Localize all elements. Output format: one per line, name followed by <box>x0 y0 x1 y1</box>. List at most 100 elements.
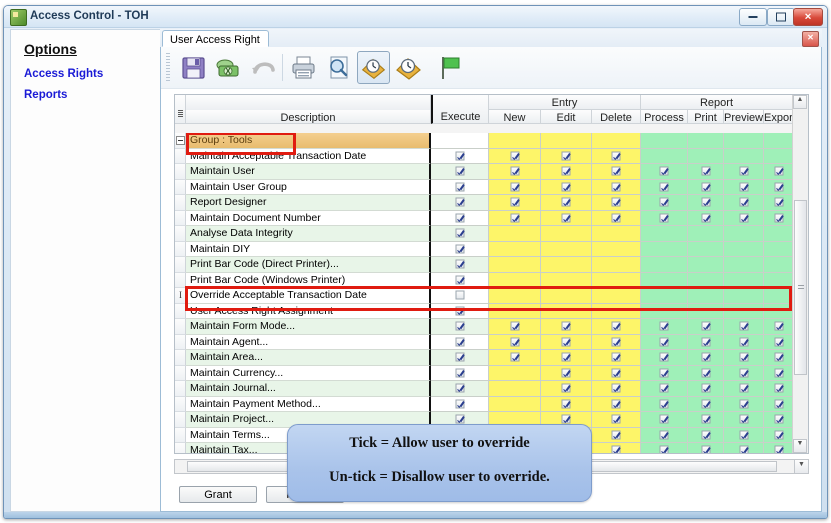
checkbox-delete[interactable] <box>612 399 621 408</box>
cell-delete[interactable] <box>592 195 641 211</box>
cell-preview[interactable] <box>724 211 764 227</box>
cell-print[interactable] <box>688 428 724 444</box>
checkbox-export[interactable] <box>774 167 783 176</box>
cell-edit[interactable] <box>541 335 592 351</box>
checkbox-print[interactable] <box>701 430 710 439</box>
cell-export[interactable] <box>764 350 793 366</box>
checkbox-execute[interactable] <box>455 229 464 238</box>
cell-export[interactable] <box>764 412 793 428</box>
table-row[interactable]: Maintain Agent... <box>175 335 808 351</box>
cell-delete[interactable] <box>592 381 641 397</box>
tab-close-button[interactable]: ✕ <box>802 31 819 47</box>
cell-print[interactable] <box>688 242 724 258</box>
cell-process[interactable] <box>641 180 688 196</box>
cell-process[interactable] <box>641 288 688 304</box>
checkbox-print[interactable] <box>701 415 710 424</box>
checkbox-preview[interactable] <box>739 167 748 176</box>
checkbox-print[interactable] <box>701 368 710 377</box>
cell-edit[interactable] <box>541 319 592 335</box>
column-header-process[interactable]: Process <box>641 110 688 124</box>
checkbox-process[interactable] <box>660 384 669 393</box>
cell-print[interactable] <box>688 180 724 196</box>
checkbox-delete[interactable] <box>612 415 621 424</box>
cell-edit[interactable] <box>541 304 592 320</box>
cell-new[interactable] <box>489 366 541 382</box>
scroll-up-button[interactable]: ▲ <box>793 95 807 109</box>
checkbox-export[interactable] <box>774 384 783 393</box>
table-row[interactable]: Maintain User Group <box>175 180 808 196</box>
cell-preview[interactable] <box>724 412 764 428</box>
cell-export[interactable] <box>764 149 793 165</box>
cell-delete[interactable] <box>592 350 641 366</box>
checkbox-edit[interactable] <box>562 151 571 160</box>
checkbox-export[interactable] <box>774 368 783 377</box>
checkbox-delete[interactable] <box>612 151 621 160</box>
checkbox-export[interactable] <box>774 213 783 222</box>
cell-new[interactable] <box>489 288 541 304</box>
cell-process[interactable] <box>641 443 688 453</box>
cell-print[interactable] <box>688 211 724 227</box>
cell-execute[interactable] <box>431 397 489 413</box>
sidebar-item-access-rights[interactable]: Access Rights <box>24 68 103 80</box>
cell-print[interactable] <box>688 397 724 413</box>
table-row[interactable]: Maintain Currency... <box>175 366 808 382</box>
checkbox-print[interactable] <box>701 322 710 331</box>
cell-edit[interactable] <box>541 381 592 397</box>
cell-delete[interactable] <box>592 149 641 165</box>
checkbox-execute[interactable] <box>455 291 464 300</box>
checkbox-delete[interactable] <box>612 198 621 207</box>
cell-process[interactable] <box>641 211 688 227</box>
cell-execute[interactable] <box>431 242 489 258</box>
cell-edit[interactable] <box>541 164 592 180</box>
checkbox-export[interactable] <box>774 322 783 331</box>
checkbox-edit[interactable] <box>562 182 571 191</box>
cell-delete[interactable] <box>592 366 641 382</box>
cell-preview[interactable] <box>724 350 764 366</box>
cell-export[interactable] <box>764 242 793 258</box>
checkbox-preview[interactable] <box>739 337 748 346</box>
checkbox-process[interactable] <box>660 337 669 346</box>
checkbox-print[interactable] <box>701 446 710 453</box>
cell-delete[interactable] <box>592 211 641 227</box>
flag-icon[interactable] <box>433 51 466 84</box>
cell-delete[interactable] <box>592 242 641 258</box>
cell-print[interactable] <box>688 149 724 165</box>
checkbox-export[interactable] <box>774 399 783 408</box>
cell-edit[interactable] <box>541 180 592 196</box>
cell-new[interactable] <box>489 180 541 196</box>
cell-print[interactable] <box>688 304 724 320</box>
cell-delete[interactable] <box>592 226 641 242</box>
checkbox-print[interactable] <box>701 167 710 176</box>
cell-delete[interactable] <box>592 180 641 196</box>
cell-print[interactable] <box>688 288 724 304</box>
cell-print[interactable] <box>688 350 724 366</box>
cell-delete[interactable] <box>592 257 641 273</box>
cell-preview[interactable] <box>724 304 764 320</box>
history-icon[interactable] <box>357 51 390 84</box>
table-row[interactable]: Maintain Document Number <box>175 211 808 227</box>
checkbox-export[interactable] <box>774 182 783 191</box>
cell-execute[interactable] <box>431 335 489 351</box>
checkbox-preview[interactable] <box>739 399 748 408</box>
cell-execute[interactable] <box>431 211 489 227</box>
cell-execute[interactable] <box>431 257 489 273</box>
checkbox-export[interactable] <box>774 198 783 207</box>
checkbox-execute[interactable] <box>455 322 464 331</box>
checkbox-process[interactable] <box>660 198 669 207</box>
cell-delete[interactable] <box>592 412 641 428</box>
cell-edit[interactable] <box>541 257 592 273</box>
checkbox-execute[interactable] <box>455 368 464 377</box>
cell-delete[interactable] <box>592 319 641 335</box>
checkbox-edit[interactable] <box>562 198 571 207</box>
checkbox-preview[interactable] <box>739 353 748 362</box>
checkbox-delete[interactable] <box>612 167 621 176</box>
cell-delete[interactable] <box>592 335 641 351</box>
table-row[interactable]: Maintain Form Mode... <box>175 319 808 335</box>
checkbox-execute[interactable] <box>455 182 464 191</box>
checkbox-edit[interactable] <box>562 167 571 176</box>
checkbox-process[interactable] <box>660 213 669 222</box>
checkbox-edit[interactable] <box>562 337 571 346</box>
cell-print[interactable] <box>688 412 724 428</box>
scroll-thumb[interactable] <box>794 200 807 375</box>
checkbox-edit[interactable] <box>562 415 571 424</box>
